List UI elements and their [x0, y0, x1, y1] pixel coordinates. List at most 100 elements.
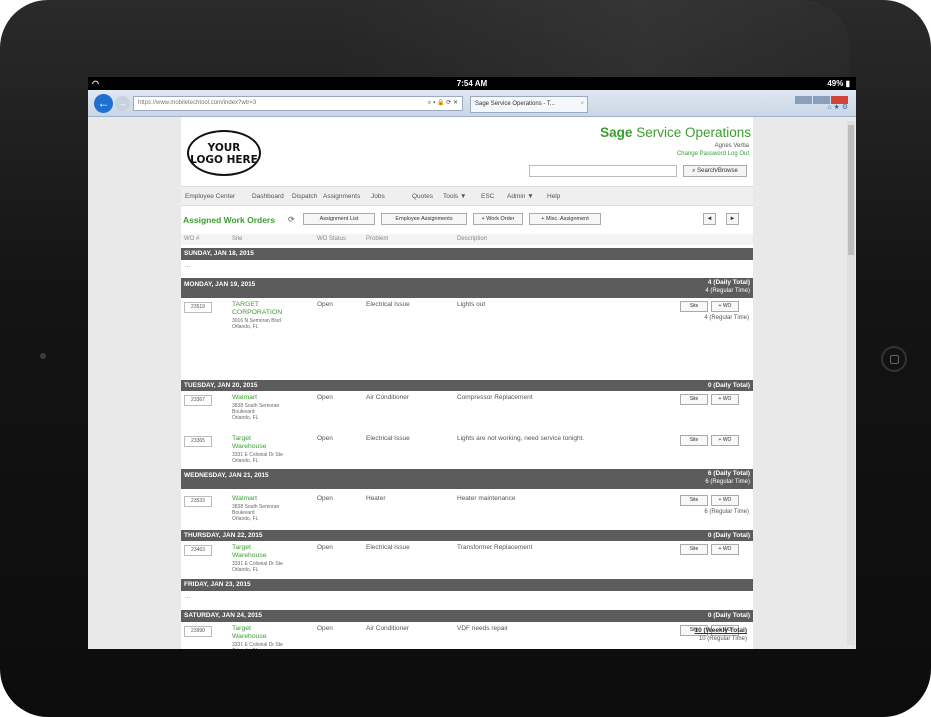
add-wo-button[interactable]: + WO [711, 394, 739, 405]
address-bar[interactable]: https://www.mobiletechtool.com/index?wtr… [133, 96, 463, 111]
site-address-line: Orlando, FL [232, 648, 258, 649]
add-wo-button[interactable]: + WO [711, 435, 739, 446]
site-address-line: Orlando, FL [232, 567, 259, 573]
add-wo-button[interactable]: + WO [711, 544, 739, 555]
menu-item-employee-center[interactable]: Employee Center [185, 193, 235, 200]
work-order-row: 23367 Walmart 3838 South Semoran Boulevard O… [181, 393, 753, 427]
site-link[interactable]: Target Warehouse [232, 625, 280, 641]
browser-tab[interactable]: Sage Service Operations - T... × [470, 96, 588, 113]
forward-arrow-icon[interactable]: → [115, 96, 130, 111]
add-wo-button[interactable]: + WO [711, 495, 739, 506]
site-button[interactable]: Site [680, 394, 708, 405]
user-name: Agnes Verba [714, 143, 749, 149]
vertical-scrollbar[interactable] [847, 121, 855, 645]
day-header: THURSDAY, JAN 22, 2015 0 (Daily Total) [181, 530, 753, 541]
site-link[interactable]: Walmart [232, 495, 257, 502]
menu-item-tools[interactable]: Tools ▼ [443, 193, 466, 200]
work-order-problem: Electrical Issue [366, 544, 410, 551]
site-button-label: Site [689, 497, 699, 503]
add-wo-button-label: + WO [718, 546, 732, 552]
daily-total: 6 (Daily Total) [707, 470, 750, 477]
address-bar-icons[interactable]: ⌕ ▾ 🔒 ⟳ ✕ [428, 97, 458, 110]
minimize-icon[interactable] [795, 96, 812, 104]
user-links: Change Password Log Out [677, 151, 749, 157]
back-arrow-icon[interactable]: ← [94, 94, 113, 113]
battery-indicator: 49% ▮ [827, 79, 850, 88]
site-link[interactable]: Target Warehouse [232, 435, 280, 451]
site-link[interactable]: Walmart [232, 394, 257, 401]
menu-item-help[interactable]: Help [547, 193, 560, 200]
previous-week-button[interactable]: ◄ [703, 213, 716, 225]
empty-day-placeholder: ... [185, 594, 191, 600]
scrollbar-thumb[interactable] [848, 125, 854, 255]
work-order-description: VDF needs repair [457, 625, 508, 632]
work-order-number[interactable]: 23367 [184, 395, 212, 406]
work-order-number[interactable]: 23533 [184, 496, 212, 507]
brand-bold: Sage [600, 125, 633, 140]
work-order-number[interactable]: 23519 [184, 302, 212, 313]
site-button[interactable]: Site [680, 495, 708, 506]
work-order-row: 23365 Target Warehouse 3331 E Colonial Dr … [181, 434, 753, 468]
menu-item-dashboard[interactable]: Dashboard [252, 193, 284, 200]
change-password-link[interactable]: Change Password [677, 151, 726, 157]
add-work-order-button[interactable]: + Work Order [473, 213, 523, 225]
menu-item-assignments[interactable]: Assignments [323, 193, 360, 200]
menu-item-jobs[interactable]: Jobs [371, 193, 385, 200]
refresh-icon[interactable]: ⟳ [288, 215, 295, 224]
site-link[interactable]: TARGET CORPORATION [232, 301, 282, 317]
global-search-input[interactable] [529, 165, 677, 177]
next-week-button[interactable]: ► [726, 213, 739, 225]
status-time: 7:54 AM [456, 79, 488, 88]
search-browse-button[interactable]: ⌕ Search/Browse [683, 165, 747, 177]
site-address-line: Orlando, FL [232, 458, 259, 464]
menu-item-quotes[interactable]: Quotes [412, 193, 433, 200]
log-out-link[interactable]: Log Out [728, 151, 749, 157]
battery-percent: 49% [827, 79, 844, 88]
tab-close-icon[interactable]: × [580, 97, 584, 112]
column-header-wo-status: WO Status [317, 236, 347, 242]
site-link[interactable]: Target Warehouse [232, 544, 280, 560]
day-label: SATURDAY, JAN 24, 2015 [184, 612, 263, 619]
work-order-number[interactable]: 23463 [184, 545, 212, 556]
site-button[interactable]: Site [680, 544, 708, 555]
window-controls [794, 91, 850, 104]
day-header: WEDNESDAY, JAN 21, 2015 6 (Daily Total) 6 … [181, 469, 753, 489]
employee-assignments-button[interactable]: Employee Assignments [381, 213, 467, 225]
work-order-number[interactable]: 23365 [184, 436, 212, 447]
work-order-number[interactable]: 23990 [184, 626, 212, 637]
logo-line-1: YOUR [207, 142, 241, 154]
day-label: WEDNESDAY, JAN 21, 2015 [184, 472, 269, 479]
add-wo-button-label: + WO [718, 396, 732, 402]
day-label: MONDAY, JAN 19, 2015 [184, 281, 256, 288]
work-order-row: 23519 TARGET CORPORATION 3016 N Semoran Bl… [181, 300, 753, 334]
site-address-line: Orlando, FL [232, 516, 259, 522]
work-order-row: 23533 Walmart 3838 South Semoran Boulevard O… [181, 494, 753, 528]
page-title: Assigned Work Orders [183, 215, 275, 225]
tablet-screen: ◠ 7:54 AM 49% ▮ ← → https://www.mobilete… [88, 77, 856, 649]
menu-item-esc[interactable]: ESC [481, 193, 494, 200]
site-button-label: Site [689, 396, 699, 402]
browser-toolbar-icons[interactable]: ⌂ ★ ⚙ [827, 103, 848, 111]
work-order-description: Heater maintenance [457, 495, 516, 502]
home-button[interactable] [881, 346, 907, 372]
day-label: SUNDAY, JAN 18, 2015 [184, 250, 254, 257]
site-button[interactable]: Site [680, 301, 708, 312]
menu-item-dispatch[interactable]: Dispatch [292, 193, 317, 200]
empty-day-placeholder: ... [185, 263, 191, 269]
day-label: FRIDAY, JAN 23, 2015 [184, 581, 251, 588]
logo-line-2: LOGO HERE [190, 154, 258, 166]
work-order-row: 23463 Target Warehouse 3331 E Colonial Dr … [181, 543, 753, 577]
add-wo-button-label: + WO [718, 497, 732, 503]
column-header-description: Description [457, 236, 488, 242]
menu-item-admin[interactable]: Admin ▼ [507, 193, 534, 200]
daily-total: 0 (Daily Total) [707, 612, 750, 619]
site-button[interactable]: Site [680, 435, 708, 446]
browser-chrome: ← → https://www.mobiletechtool.com/index… [88, 90, 856, 117]
weekly-total[interactable]: 10 (Weekly Total) [695, 627, 748, 634]
tab-title: Sage Service Operations - T... [475, 101, 555, 107]
assignment-list-button[interactable]: Assignment List [303, 213, 375, 225]
camera-icon [40, 353, 46, 359]
add-misc-assignment-button[interactable]: + Misc. Assignment [529, 213, 601, 225]
add-wo-button[interactable]: + WO [711, 301, 739, 312]
site-button-label: Site [689, 303, 699, 309]
